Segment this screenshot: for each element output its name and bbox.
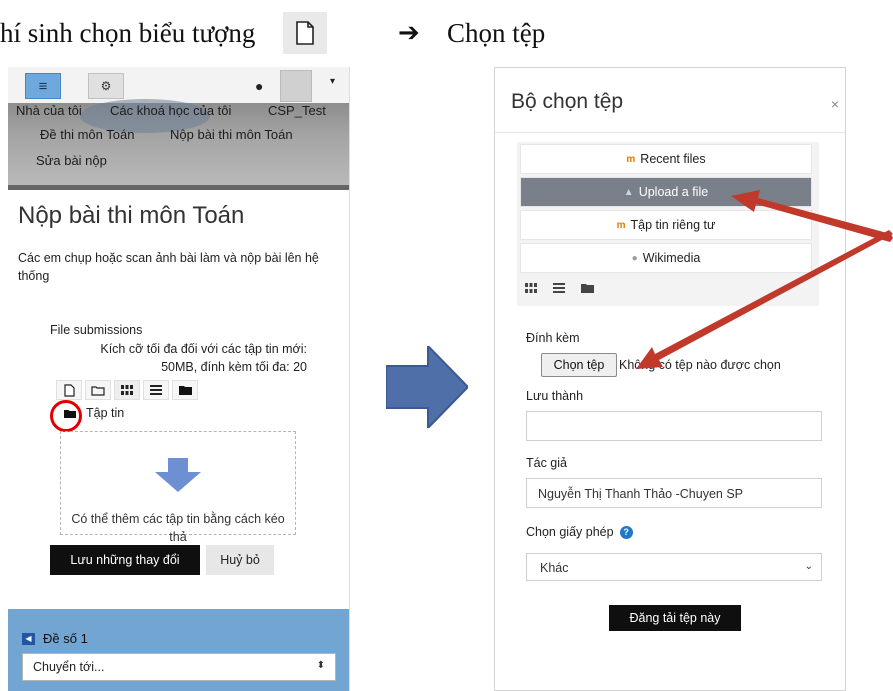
arrow-left-icon: ◀ bbox=[22, 632, 35, 645]
settings-icon[interactable]: ⚙ bbox=[88, 73, 124, 99]
moodle-icon: m bbox=[616, 219, 626, 231]
jump-to-value: Chuyển tới... bbox=[33, 660, 105, 674]
max-attachments-text: 50MB, đính kèm tối đa: 20 bbox=[161, 360, 307, 374]
course-banner: Nhà của tôi Các khoá học của tôi CSP_Tes… bbox=[8, 99, 349, 185]
attachment-label: Đính kèm bbox=[526, 331, 580, 345]
breadcrumb-exam[interactable]: Đề thi môn Toán bbox=[40, 127, 134, 142]
upload-this-file-button[interactable]: Đăng tải tệp này bbox=[609, 605, 741, 631]
repo-label: Upload a file bbox=[638, 185, 709, 199]
menu-icon[interactable]: ≡ bbox=[25, 73, 61, 99]
folder-icon bbox=[580, 284, 594, 293]
view-list-button[interactable] bbox=[548, 279, 570, 297]
moodle-icon: m bbox=[626, 153, 636, 165]
repo-label: Recent files bbox=[640, 152, 706, 166]
save-as-label: Lưu thành bbox=[526, 389, 584, 403]
max-size-text: Kích cỡ tối đa đối với các tập tin mới: bbox=[100, 342, 307, 356]
breadcrumb-assignment[interactable]: Nộp bài thi môn Toán bbox=[170, 127, 293, 142]
arrow-right-icon: ➔ bbox=[398, 18, 420, 48]
list-icon bbox=[553, 283, 565, 293]
repo-wikimedia[interactable]: ● Wikimedia bbox=[520, 243, 812, 273]
banner-bottom-border bbox=[8, 185, 349, 190]
author-label: Tác giả bbox=[526, 456, 567, 470]
repo-label: Tập tin riêng tư bbox=[630, 218, 716, 232]
grid-icon bbox=[121, 385, 133, 395]
select-caret-icon: ⬍ bbox=[316, 660, 325, 671]
big-arrow-right-icon bbox=[386, 346, 468, 428]
file-picker-dialog: Bộ chọn tệp × m Recent files ▲ Upload a … bbox=[494, 67, 846, 691]
no-file-chosen-text: Không có tệp nào được chọn bbox=[619, 358, 781, 372]
avatar[interactable] bbox=[280, 70, 312, 102]
view-list-button[interactable] bbox=[143, 380, 169, 400]
help-icon[interactable]: ? bbox=[619, 525, 633, 539]
license-value: Khác bbox=[540, 561, 569, 575]
grid-icon bbox=[525, 283, 537, 293]
file-dropzone[interactable]: Có thể thêm các tập tin bằng cách kéo th… bbox=[60, 431, 296, 544]
choose-file-button[interactable]: Chọn tệp bbox=[541, 353, 617, 377]
breadcrumb-edit-submission[interactable]: Sửa bài nộp bbox=[36, 153, 107, 168]
breadcrumb-home[interactable]: Nhà của tôi bbox=[16, 103, 82, 118]
repo-recent-files[interactable]: m Recent files bbox=[520, 144, 812, 174]
close-icon[interactable]: × bbox=[831, 96, 839, 112]
view-icons-button[interactable] bbox=[114, 380, 140, 400]
section-label: Đề số 1 bbox=[43, 631, 88, 646]
breadcrumb-course[interactable]: CSP_Test bbox=[268, 103, 326, 118]
dialog-title: Bộ chọn tệp bbox=[511, 90, 624, 113]
save-changes-button[interactable]: Lưu những thay đổi bbox=[50, 545, 200, 575]
list-icon bbox=[150, 385, 162, 395]
upload-icon: ▲ bbox=[623, 186, 634, 198]
save-as-input[interactable] bbox=[526, 411, 822, 441]
create-folder-button[interactable] bbox=[85, 380, 111, 400]
file-submissions-label: File submissions bbox=[50, 323, 143, 337]
previous-section-link[interactable]: ◀ Đề số 1 bbox=[22, 631, 88, 646]
repo-private-files[interactable]: m Tập tin riêng tư bbox=[520, 210, 812, 240]
caption-left-text: hí sinh chọn biểu tượng bbox=[0, 18, 256, 48]
file-icon bbox=[283, 12, 327, 54]
folder-outline-icon bbox=[91, 385, 105, 396]
top-navbar: ≡ ⚙ ● ▾ bbox=[8, 67, 349, 103]
chat-icon[interactable]: ● bbox=[255, 78, 263, 94]
jump-to-select[interactable]: Chuyển tới... ⬍ bbox=[22, 653, 336, 681]
view-tree-button[interactable] bbox=[576, 279, 598, 297]
dropzone-text: Có thể thêm các tập tin bằng cách kéo th… bbox=[71, 512, 285, 544]
caption-right-text: Chọn tệp bbox=[447, 18, 546, 48]
filemanager-toolbar bbox=[56, 380, 198, 400]
license-select[interactable]: Khác ⌄ bbox=[526, 553, 822, 581]
submission-screen: ≡ ⚙ ● ▾ Nhà của tôi Các khoá học của tôi… bbox=[8, 67, 350, 691]
assignment-description: Các em chụp hoặc scan ảnh bài làm và nộp… bbox=[18, 251, 319, 283]
author-input[interactable]: Nguyễn Thị Thanh Thảo -Chuyen SP bbox=[526, 478, 822, 508]
highlight-circle bbox=[50, 400, 82, 432]
cancel-button[interactable]: Huỷ bỏ bbox=[206, 545, 274, 575]
arrow-down-icon bbox=[155, 458, 201, 492]
repo-upload-a-file[interactable]: ▲ Upload a file bbox=[520, 177, 812, 207]
dialog-header-divider bbox=[495, 132, 845, 133]
breadcrumb-my-courses[interactable]: Các khoá học của tôi bbox=[110, 103, 231, 118]
folder-label: Tập tin bbox=[86, 406, 125, 420]
folder-icon bbox=[178, 386, 192, 395]
add-file-button[interactable] bbox=[56, 380, 82, 400]
page-title: Nộp bài thi môn Toán bbox=[18, 202, 245, 229]
wikimedia-icon: ● bbox=[631, 252, 638, 264]
license-label: Chọn giấy phép ? bbox=[526, 525, 633, 539]
navigation-panel: ◀ Đề số 1 Chuyển tới... ⬍ bbox=[8, 609, 349, 691]
repo-label: Wikimedia bbox=[642, 251, 701, 265]
view-icons-button[interactable] bbox=[520, 279, 542, 297]
view-switcher bbox=[520, 279, 598, 297]
user-menu-caret-icon[interactable]: ▾ bbox=[330, 76, 335, 87]
license-label-text: Chọn giấy phép bbox=[526, 525, 614, 539]
file-icon bbox=[63, 383, 75, 397]
chevron-down-icon: ⌄ bbox=[804, 561, 813, 572]
view-tree-button[interactable] bbox=[172, 380, 198, 400]
